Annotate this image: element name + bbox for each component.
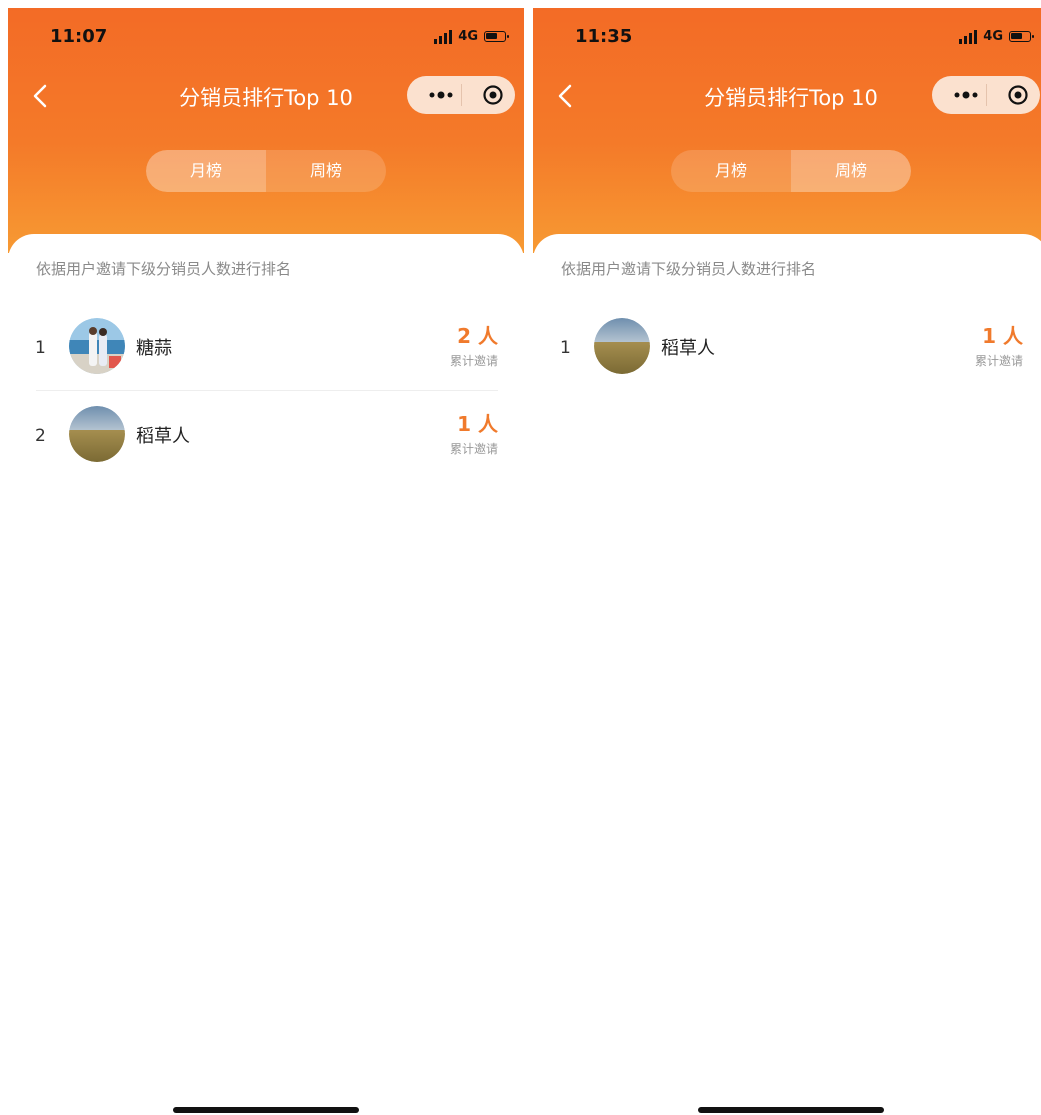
status-time: 11:07 [50,26,108,47]
capsule-divider [986,84,987,106]
ranking-card: 依据用户邀请下级分销员人数进行排名 1 糖蒜 2 人 累计邀请 2 稻草人 1 … [8,234,524,1115]
avatar-couple [69,318,125,374]
mini-program-capsule [932,76,1040,114]
mini-program-capsule [407,76,515,114]
orange-header: 11:07 4G 分销员排行Top 10 月榜 周榜 [8,8,524,253]
rank-number: 1 [35,338,46,358]
invite-count-label: 累计邀请 [449,354,498,368]
network-type: 4G [983,29,1003,44]
ranking-description: 依据用户邀请下级分销员人数进行排名 [36,260,292,278]
ranking-card: 依据用户邀请下级分销员人数进行排名 1 稻草人 1 人 累计邀请 [533,234,1041,1115]
home-indicator[interactable] [173,1107,359,1113]
ranking-row[interactable]: 2 稻草人 1 人 累计邀请 [8,398,524,486]
home-indicator[interactable] [698,1107,884,1113]
status-bar: 11:07 4G [8,8,524,58]
tab-monthly[interactable]: 月榜 [146,150,266,192]
ranking-row[interactable]: 1 糖蒜 2 人 累计邀请 [8,310,524,398]
invite-count-label: 累计邀请 [449,442,498,456]
status-icons: 4G [959,29,1034,44]
invite-count: 1 人 [982,324,1023,348]
ranking-row[interactable]: 1 稻草人 1 人 累计邀请 [533,310,1041,398]
network-type: 4G [458,29,478,44]
row-divider [36,390,498,391]
close-target-icon[interactable] [482,84,504,106]
invite-count-label: 累计邀请 [974,354,1023,368]
battery-icon [484,31,509,42]
close-target-icon[interactable] [1007,84,1029,106]
more-icon[interactable] [424,86,464,104]
tab-weekly[interactable]: 周榜 [791,150,911,192]
avatar-field [69,406,125,462]
battery-icon [1009,31,1034,42]
invite-count: 2 人 [457,324,498,348]
signal-icon [959,29,978,44]
phone-screen-monthly: 11:07 4G 分销员排行Top 10 月榜 周榜 依据用户邀请下级分销员人数… [8,8,524,1115]
ranking-tabs: 月榜 周榜 [671,150,911,192]
member-name: 稻草人 [661,338,715,359]
rank-number: 2 [35,426,46,446]
tab-monthly[interactable]: 月榜 [671,150,791,192]
orange-header: 11:35 4G 分销员排行Top 10 月榜 周榜 [533,8,1041,253]
ranking-description: 依据用户邀请下级分销员人数进行排名 [561,260,817,278]
member-name: 糖蒜 [136,338,172,359]
phone-screen-weekly: 11:35 4G 分销员排行Top 10 月榜 周榜 依据用户邀请下级分销员人数… [533,8,1041,1115]
status-icons: 4G [434,29,509,44]
signal-icon [434,29,453,44]
invite-count: 1 人 [457,412,498,436]
avatar-field [594,318,650,374]
capsule-divider [461,84,462,106]
status-time: 11:35 [575,26,633,47]
tab-weekly[interactable]: 周榜 [266,150,386,192]
rank-number: 1 [560,338,571,358]
ranking-tabs: 月榜 周榜 [146,150,386,192]
status-bar: 11:35 4G [533,8,1041,58]
member-name: 稻草人 [136,426,190,447]
more-icon[interactable] [949,86,989,104]
